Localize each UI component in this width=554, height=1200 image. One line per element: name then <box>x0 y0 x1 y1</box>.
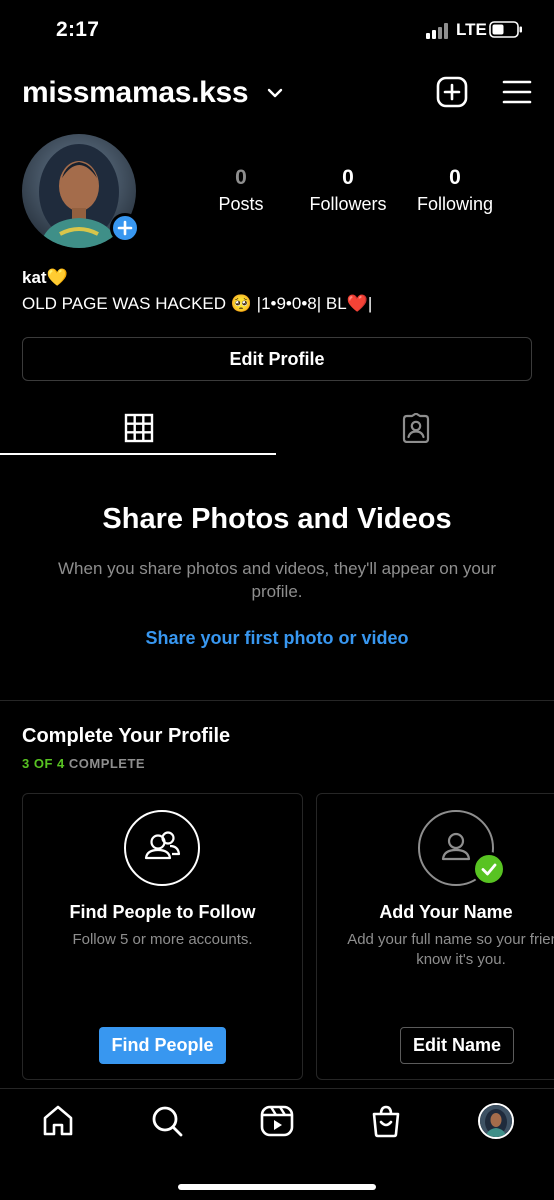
profile-header: missmamas.kss <box>22 72 532 116</box>
followers-label: Followers <box>309 194 387 214</box>
add-story-button[interactable] <box>110 213 140 243</box>
plus-icon <box>117 220 133 236</box>
tab-grid[interactable] <box>0 405 276 455</box>
share-first-photo-link[interactable]: Share your first photo or video <box>0 628 554 649</box>
progress-rest: COMPLETE <box>64 756 146 771</box>
following-count: 0 <box>449 166 461 189</box>
account-switcher[interactable]: missmamas.kss <box>22 76 249 110</box>
tagged-icon <box>402 413 430 443</box>
posts-count: 0 <box>235 166 247 189</box>
progress-done: 3 OF 4 <box>22 756 65 771</box>
find-people-description: Follow 5 or more accounts. <box>72 931 253 948</box>
followers-stat[interactable]: 0 Followers <box>293 166 403 215</box>
add-name-card: Add Your Name Add your full name so your… <box>316 793 554 1080</box>
completed-check-icon <box>472 852 506 886</box>
edit-profile-button[interactable]: Edit Profile <box>22 337 532 381</box>
tab-tagged[interactable] <box>277 405 553 455</box>
followers-count: 0 <box>342 166 354 189</box>
find-people-button[interactable]: Find People <box>99 1027 226 1064</box>
home-icon[interactable] <box>40 1103 76 1139</box>
empty-state-title: Share Photos and Videos <box>102 503 452 535</box>
network-label: LTE <box>456 20 487 39</box>
add-name-title: Add Your Name <box>379 902 513 922</box>
menu-icon[interactable] <box>502 78 532 106</box>
home-indicator <box>178 1184 376 1190</box>
posts-label: Posts <box>218 194 264 214</box>
signal-icon <box>426 23 452 39</box>
avatar <box>480 1105 512 1137</box>
new-post-icon[interactable] <box>436 76 468 108</box>
find-people-title: Find People to Follow <box>69 902 256 922</box>
battery-icon <box>489 21 522 38</box>
add-name-description: Add your full name so your friends know … <box>347 931 554 968</box>
status-time: 2:17 <box>56 18 100 41</box>
edit-name-button[interactable]: Edit Name <box>400 1027 514 1064</box>
status-bar: 2:17 LTE <box>0 0 554 62</box>
divider <box>0 700 554 701</box>
following-label: Following <box>416 194 494 214</box>
posts-stat[interactable]: 0 Posts <box>186 166 296 215</box>
following-stat[interactable]: 0 Following <box>400 166 510 215</box>
empty-state-subtitle: When you share photos and videos, they'l… <box>58 559 496 601</box>
profile-avatar[interactable] <box>22 134 140 250</box>
reels-icon[interactable] <box>259 1103 295 1139</box>
profile-avatar-tab[interactable] <box>478 1103 514 1139</box>
search-icon[interactable] <box>149 1103 185 1139</box>
profile-bio: OLD PAGE WAS HACKED 🥺 |1•9•0•8| BL❤️| <box>22 294 373 313</box>
profile-name: kat💛 <box>22 268 68 287</box>
shop-icon[interactable] <box>368 1103 404 1139</box>
bottom-nav <box>0 1088 554 1200</box>
chevron-down-icon[interactable] <box>266 84 284 102</box>
grid-icon <box>124 413 154 443</box>
complete-profile-title: Complete Your Profile <box>22 725 231 747</box>
find-people-card: Find People to Follow Follow 5 or more a… <box>22 793 303 1080</box>
people-icon <box>124 810 200 886</box>
complete-profile-progress: 3 OF 4 COMPLETE <box>22 756 145 771</box>
